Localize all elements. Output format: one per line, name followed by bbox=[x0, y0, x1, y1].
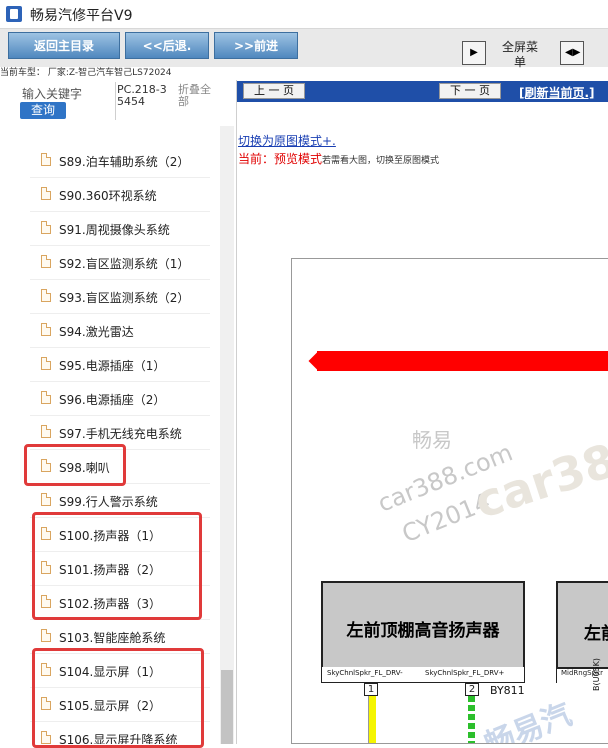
highlight-box-displays bbox=[32, 648, 204, 748]
divider bbox=[115, 82, 116, 120]
watermark-line: 畅易 bbox=[412, 428, 452, 452]
tree-item-label: S94.激光雷达 bbox=[59, 325, 134, 339]
search-bar: 输入关键字 查询 PC.218-35454 折叠全部 bbox=[0, 80, 236, 126]
document-icon bbox=[41, 153, 51, 166]
app-logo-icon bbox=[6, 6, 22, 22]
document-icon bbox=[41, 221, 51, 234]
diagram-red-band bbox=[317, 351, 608, 371]
car-model-line: 当前车型： 厂家:Z-智己汽车智己LS72024 bbox=[0, 68, 172, 78]
document-icon bbox=[41, 493, 51, 506]
refresh-page-link[interactable]: [刷新当前页.] bbox=[519, 84, 595, 101]
pin-number: 2 bbox=[465, 683, 479, 696]
page-nav-strip: 上 一 页 下 一 页 [刷新当前页.] bbox=[237, 81, 608, 102]
tree-item-label: S93.盲区监测系统（2） bbox=[59, 291, 190, 305]
document-icon bbox=[41, 357, 51, 370]
pin-number: 1 bbox=[364, 683, 378, 696]
tree-item-label: S96.电源插座（2） bbox=[59, 393, 166, 407]
document-icon bbox=[41, 629, 51, 642]
tree-scrollbar[interactable] bbox=[220, 126, 234, 744]
highlight-box-speakers bbox=[32, 512, 202, 620]
mode-status: 当前：预览模式若需看大图，切换至原图模式 bbox=[238, 150, 439, 167]
tree-item-label: S95.电源插座（1） bbox=[59, 359, 166, 373]
watermark-big: car388 bbox=[467, 422, 608, 530]
search-input[interactable]: 输入关键字 bbox=[22, 85, 82, 102]
wire-vertical-label: B(U05K) bbox=[592, 657, 601, 691]
wiring-diagram[interactable]: 畅易 car388.com CY2014 car388 畅易汽 左前顶棚高音扬声… bbox=[291, 258, 608, 744]
pin-label: SkyChnlSpkr_FL_DRV+ bbox=[425, 669, 505, 677]
back-button[interactable]: <<后退. bbox=[125, 32, 209, 59]
highlight-box-horn bbox=[24, 444, 126, 486]
component-name: 左前顶棚高音扬声器 bbox=[346, 621, 500, 641]
scroll-thumb[interactable] bbox=[221, 670, 233, 744]
tree-item[interactable]: S95.电源插座（1） bbox=[30, 348, 210, 382]
document-icon bbox=[41, 391, 51, 404]
document-icon bbox=[41, 255, 51, 268]
tree-item[interactable]: S90.360环视系统 bbox=[30, 178, 210, 212]
watermark-bottom: 畅易汽 bbox=[480, 697, 577, 744]
wire-yellow bbox=[368, 696, 376, 743]
mode-status-current: 当前：预览模式 bbox=[238, 152, 323, 166]
component-box-left-front-tweeter: 左前顶棚高音扬声器 bbox=[321, 581, 525, 669]
right-panel: 上 一 页 下 一 页 [刷新当前页.] 切换为原图模式+. 当前：预览模式若需… bbox=[237, 75, 608, 744]
arrow-right-bar-icon: ▶ bbox=[470, 47, 478, 58]
expand-right-button[interactable]: ▶ bbox=[462, 41, 486, 65]
component-name: 左前 bbox=[584, 624, 608, 644]
switch-original-mode-link[interactable]: 切换为原图模式+. bbox=[238, 132, 336, 149]
split-arrows-icon: ◀▶ bbox=[565, 47, 581, 58]
document-icon bbox=[41, 289, 51, 302]
tree-item-label: S89.泊车辅助系统（2） bbox=[59, 155, 190, 169]
next-page-button[interactable]: 下 一 页 bbox=[439, 83, 501, 99]
document-icon bbox=[41, 187, 51, 200]
document-icon bbox=[41, 425, 51, 438]
tree-item-label: S91.周视摄像头系统 bbox=[59, 223, 170, 237]
document-icon bbox=[41, 323, 51, 336]
pin-label-strip: SkyChnlSpkr_FL_DRV- SkyChnlSpkr_FL_DRV+ bbox=[321, 667, 525, 683]
collapse-all-button[interactable]: 折叠全部 bbox=[178, 84, 218, 108]
tree-item-label: S99.行人警示系统 bbox=[59, 495, 158, 509]
tree-item-label: S97.手机无线充电系统 bbox=[59, 427, 182, 441]
tree-item[interactable]: S92.盲区监测系统（1） bbox=[30, 246, 210, 280]
tree-item[interactable]: S91.周视摄像头系统 bbox=[30, 212, 210, 246]
tree-item[interactable]: S89.泊车辅助系统（2） bbox=[30, 144, 210, 178]
tree-item-label: S90.360环视系统 bbox=[59, 189, 157, 203]
tree-item[interactable]: S93.盲区监测系统（2） bbox=[30, 280, 210, 314]
connector-id: BY811 bbox=[490, 684, 525, 697]
tree-item[interactable]: S96.电源插座（2） bbox=[30, 382, 210, 416]
home-button[interactable]: 返回主目录 bbox=[8, 32, 120, 59]
split-view-button[interactable]: ◀▶ bbox=[560, 41, 584, 65]
component-box-left-front-midrange: 左前 bbox=[556, 581, 608, 669]
left-panel: 输入关键字 查询 PC.218-35454 折叠全部 S89.泊车辅助系统（2）… bbox=[0, 80, 237, 748]
tree-item-label: S103.智能座舱系统 bbox=[59, 631, 166, 645]
fullscreen-menu-label[interactable]: 全屏菜单 bbox=[498, 40, 542, 70]
prev-page-button[interactable]: 上 一 页 bbox=[243, 83, 305, 99]
pin-label: SkyChnlSpkr_FL_DRV- bbox=[327, 669, 403, 677]
title-bar: 畅易汽修平台V9 bbox=[0, 0, 608, 29]
search-button[interactable]: 查询 bbox=[20, 102, 66, 119]
app-title: 畅易汽修平台V9 bbox=[30, 8, 133, 24]
mode-status-tip: 若需看大图，切换至原图模式 bbox=[322, 156, 440, 166]
tree-item[interactable]: S94.激光雷达 bbox=[30, 314, 210, 348]
forward-button[interactable]: >>前进 bbox=[214, 32, 298, 59]
tree-item-label: S92.盲区监测系统（1） bbox=[59, 257, 190, 271]
wire-green-white bbox=[468, 696, 475, 743]
pc-code: PC.218-35454 bbox=[117, 83, 167, 108]
